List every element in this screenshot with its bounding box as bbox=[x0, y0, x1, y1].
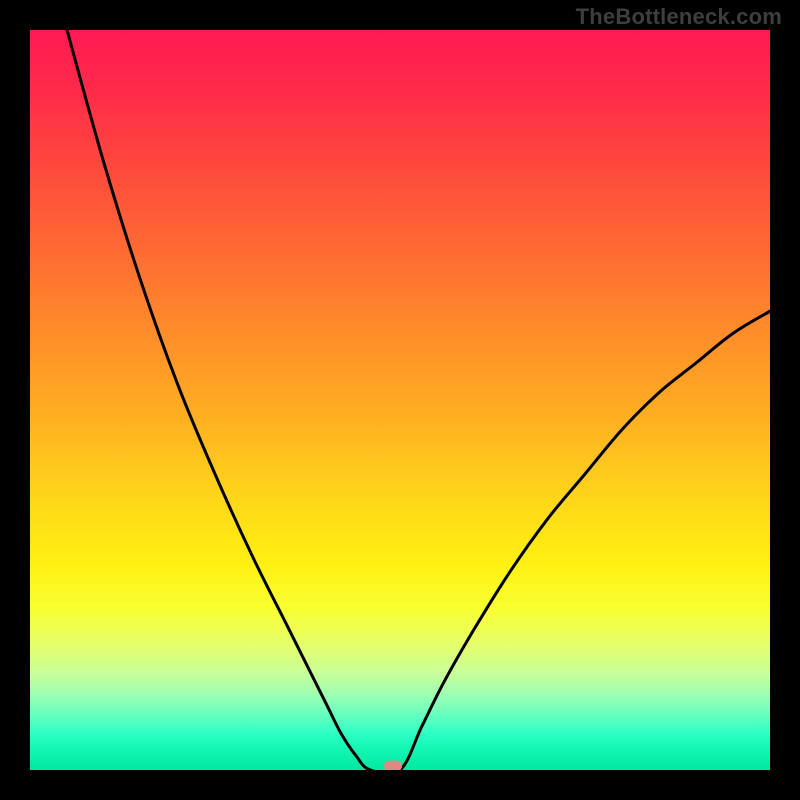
bottleneck-curve bbox=[67, 30, 770, 770]
watermark-text: TheBottleneck.com bbox=[576, 4, 782, 30]
valley-marker bbox=[384, 761, 402, 770]
chart-frame: TheBottleneck.com bbox=[0, 0, 800, 800]
plot-area bbox=[30, 30, 770, 770]
curve-svg bbox=[30, 30, 770, 770]
